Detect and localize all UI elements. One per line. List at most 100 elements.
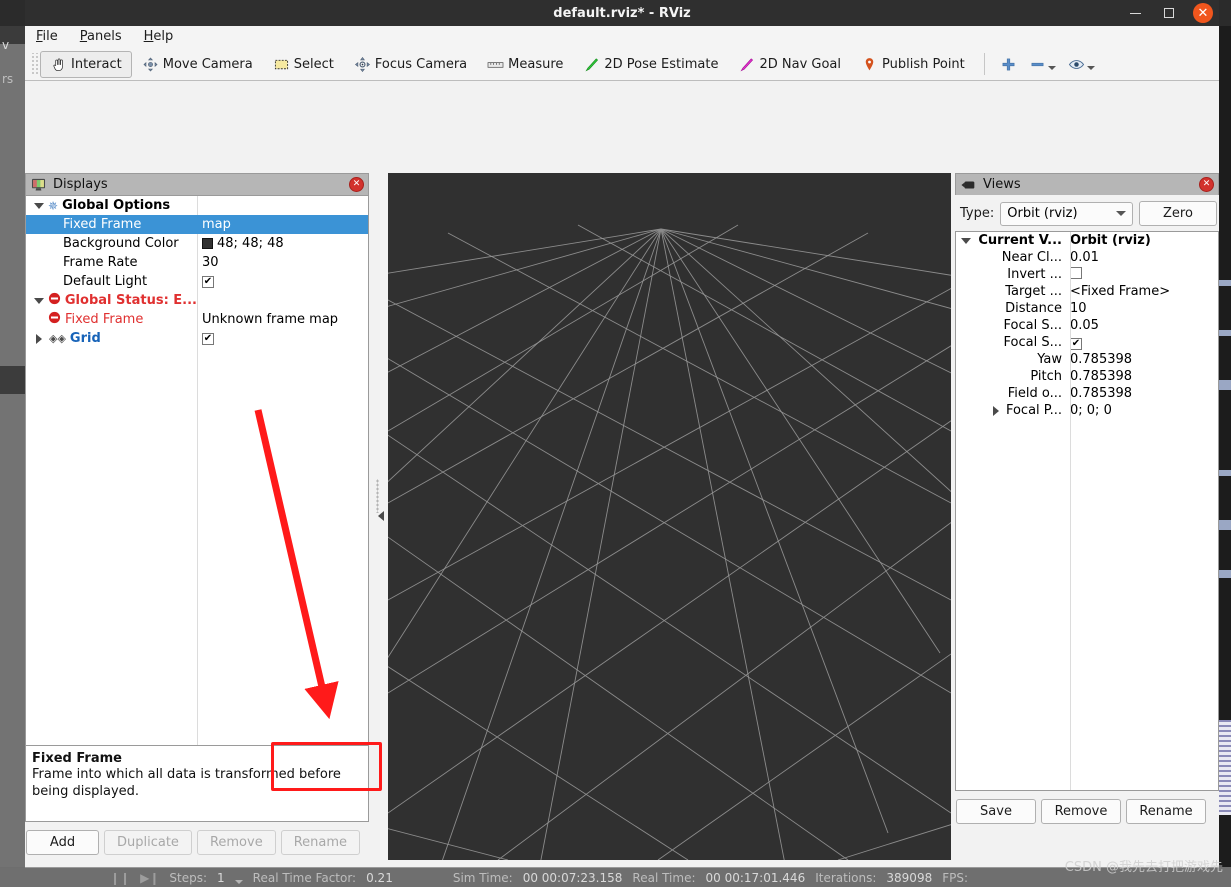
tree-row-fixed-frame[interactable]: Fixed Frame map <box>26 215 368 234</box>
views-value[interactable]: 0.785398 <box>1070 352 1132 367</box>
collapse-left-icon[interactable] <box>378 511 384 521</box>
tree-label: Fixed Frame <box>65 312 144 327</box>
chevron-down-icon[interactable] <box>1047 65 1056 70</box>
tree-row-frame-rate[interactable]: Frame Rate 30 <box>26 253 368 272</box>
tool-measure-label: Measure <box>508 56 564 72</box>
views-row-invert-z[interactable]: Invert ... <box>956 266 1218 283</box>
views-type-row: Type: Orbit (rviz) Zero <box>955 195 1219 231</box>
gazebo-iterations-value: 389098 <box>886 870 933 885</box>
default-light-checkbox[interactable]: ✔ <box>202 275 214 288</box>
gazebo-steps-value: 1 <box>217 870 225 885</box>
expander-down-icon-views[interactable] <box>961 237 972 244</box>
close-panel-icon[interactable]: ✕ <box>349 177 364 192</box>
tool-2d-pose-estimate[interactable]: 2D Pose Estimate <box>573 51 728 78</box>
close-icon[interactable]: ✕ <box>1193 3 1213 23</box>
views-row-focal-point[interactable]: Focal P... 0; 0; 0 <box>956 402 1218 419</box>
grid-checkbox[interactable]: ✔ <box>202 332 214 345</box>
gazebo-fps-label: FPS: <box>942 870 969 885</box>
gazebo-pause-icon[interactable]: ❙❙ <box>110 871 130 885</box>
views-row-field-of-view[interactable]: Field o... 0.785398 <box>956 385 1218 402</box>
tree-value[interactable]: map <box>202 217 231 232</box>
menu-help[interactable]: Help <box>144 29 174 44</box>
tool-focus-camera[interactable]: Focus Camera <box>344 51 477 78</box>
window-controls: ✕ <box>1125 0 1213 26</box>
chevron-down-icon-2[interactable] <box>1086 65 1095 70</box>
zero-button[interactable]: Zero <box>1139 201 1217 226</box>
views-row-focal-shape-size[interactable]: Focal S... 0.05 <box>956 317 1218 334</box>
displays-tree[interactable]: ✵ Global Options Fixed Frame map Backgro… <box>25 195 369 746</box>
views-label: Current V... <box>978 233 1062 248</box>
views-tree[interactable]: Current V... Orbit (rviz) Near Cl... 0.0… <box>955 231 1219 791</box>
select-rect-icon <box>273 56 290 73</box>
chevron-down-icon-view-type <box>1116 211 1126 216</box>
close-panel-icon-views[interactable]: ✕ <box>1199 177 1214 192</box>
views-row-pitch[interactable]: Pitch 0.785398 <box>956 368 1218 385</box>
views-value[interactable]: 0.785398 <box>1070 386 1132 401</box>
tree-value[interactable]: 48; 48; 48 <box>217 236 284 251</box>
views-value[interactable]: 0.05 <box>1070 318 1099 333</box>
expander-right-icon[interactable] <box>36 333 42 344</box>
3d-viewport[interactable] <box>388 173 951 860</box>
views-rename-button[interactable]: Rename <box>1126 799 1206 824</box>
tool-2d-nav-goal[interactable]: 2D Nav Goal <box>728 51 851 78</box>
add-button[interactable]: Add <box>26 830 99 855</box>
gazebo-iterations-label: Iterations: <box>815 870 877 885</box>
view-type-combo[interactable]: Orbit (rviz) <box>1000 201 1133 226</box>
minimize-icon[interactable] <box>1125 3 1145 23</box>
toolbar-remove-tool-button[interactable] <box>1023 56 1062 73</box>
remove-button: Remove <box>196 830 276 855</box>
menu-file[interactable]: File <box>36 29 58 44</box>
views-value: Orbit (rviz) <box>1070 233 1151 248</box>
tool-publish-point[interactable]: Publish Point <box>851 51 975 78</box>
tree-row-background-color[interactable]: Background Color 48; 48; 48 <box>26 234 368 253</box>
tree-row-global-status[interactable]: Global Status: E... <box>26 291 368 310</box>
chevron-down-icon-steps[interactable] <box>234 880 243 884</box>
views-value[interactable]: 0.01 <box>1070 250 1099 265</box>
tool-focus-camera-label: Focus Camera <box>374 56 468 72</box>
gazebo-status-bar: ❙❙ ▶❙ Steps: 1 Real Time Factor: 0.21 Si… <box>0 868 1231 887</box>
toolbar-grip[interactable] <box>30 53 38 75</box>
tree-value[interactable]: 30 <box>202 255 219 270</box>
tree-row-global-options[interactable]: ✵ Global Options <box>26 196 368 215</box>
tool-select[interactable]: Select <box>263 51 344 78</box>
color-swatch[interactable] <box>202 238 213 249</box>
invert-checkbox[interactable] <box>1070 266 1082 279</box>
error-icon <box>48 292 61 309</box>
tool-move-camera[interactable]: Move Camera <box>132 51 263 78</box>
views-type-label: Type: <box>960 206 995 221</box>
gazebo-real-time-value: 00 00:17:01.446 <box>705 870 806 885</box>
views-label: Focal S... <box>1003 318 1062 333</box>
views-value[interactable]: 0; 0; 0 <box>1070 403 1112 418</box>
maximize-icon[interactable] <box>1159 3 1179 23</box>
main-body: Displays ✕ ✵ Global Options Fixed Frame <box>25 81 1219 887</box>
tree-row-grid[interactable]: ◈◈ Grid ✔ <box>26 329 368 348</box>
grid-render <box>388 173 951 860</box>
views-value[interactable]: 10 <box>1070 301 1087 316</box>
expander-right-icon-views[interactable] <box>992 405 999 416</box>
views-row-yaw[interactable]: Yaw 0.785398 <box>956 351 1218 368</box>
expander-down-icon-2[interactable] <box>33 297 44 304</box>
tool-interact[interactable]: Interact <box>40 50 132 78</box>
focal-shape-checkbox[interactable]: ✔ <box>1070 338 1082 350</box>
views-save-button[interactable]: Save <box>956 799 1036 824</box>
views-row-current-view[interactable]: Current V... Orbit (rviz) <box>956 232 1218 249</box>
views-value[interactable]: <Fixed Frame> <box>1070 284 1170 299</box>
tree-row-default-light[interactable]: Default Light ✔ <box>26 272 368 291</box>
views-row-distance[interactable]: Distance 10 <box>956 300 1218 317</box>
views-value[interactable]: 0.785398 <box>1070 369 1132 384</box>
views-panel: Views ✕ Type: Orbit (rviz) Zero Current … <box>955 173 1219 868</box>
toolbar-visibility-button[interactable] <box>1062 56 1101 73</box>
views-row-target-frame[interactable]: Target ... <Fixed Frame> <box>956 283 1218 300</box>
map-pin-icon <box>861 56 878 73</box>
gazebo-step-icon[interactable]: ▶❙ <box>140 871 159 885</box>
left-splitter[interactable] <box>373 173 388 860</box>
toolbar-add-tool-button[interactable] <box>994 56 1023 73</box>
tree-row-status-fixed-frame[interactable]: Fixed Frame Unknown frame map <box>26 310 368 329</box>
menu-panels[interactable]: Panels <box>80 29 122 44</box>
views-remove-button[interactable]: Remove <box>1041 799 1121 824</box>
background-right-item-5 <box>1219 570 1231 578</box>
expander-down-icon[interactable] <box>34 202 44 209</box>
views-row-near-clip[interactable]: Near Cl... 0.01 <box>956 249 1218 266</box>
views-row-focal-shape-fixed[interactable]: Focal S... ✔ <box>956 334 1218 351</box>
tool-measure[interactable]: Measure <box>477 51 573 78</box>
